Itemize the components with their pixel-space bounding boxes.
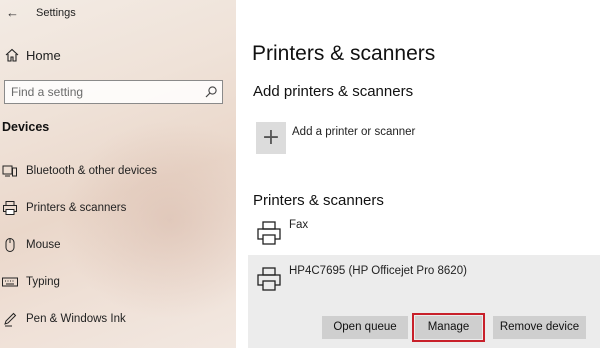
sidebar-item-label: Printers & scanners <box>26 202 127 214</box>
remove-device-button[interactable]: Remove device <box>493 316 586 339</box>
keyboard-icon <box>2 277 18 287</box>
sidebar-item-mouse[interactable]: Mouse <box>0 234 236 258</box>
home-icon <box>5 48 19 62</box>
sidebar: ← Settings Home Devices Bluetooth & othe… <box>0 0 236 348</box>
back-arrow-icon[interactable]: ← <box>6 6 20 20</box>
printer-icon <box>3 201 17 215</box>
sidebar-item-label: Home <box>26 48 61 63</box>
printer-icon <box>257 267 281 291</box>
search-box[interactable] <box>4 80 223 104</box>
app-title: Settings <box>36 7 76 19</box>
mouse-icon <box>5 238 15 252</box>
add-section-heading: Add printers & scanners <box>253 83 414 100</box>
manage-button[interactable]: Manage <box>412 313 485 342</box>
main-content: Printers & scanners Add printers & scann… <box>236 0 600 348</box>
add-printer-button[interactable]: + <box>256 122 286 154</box>
sidebar-item-typing[interactable]: Typing <box>0 271 236 295</box>
sidebar-item-label: Bluetooth & other devices <box>26 165 158 177</box>
printer-name: HP4C7695 (HP Officejet Pro 8620) <box>289 265 467 277</box>
add-printer-label[interactable]: Add a printer or scanner <box>292 126 415 138</box>
sidebar-item-pen[interactable]: Pen & Windows Ink <box>0 308 236 332</box>
sidebar-item-label: Mouse <box>26 239 61 251</box>
bluetooth-devices-icon <box>2 165 17 177</box>
page-title: Printers & scanners <box>252 42 436 65</box>
title-bar: ← Settings <box>0 0 236 26</box>
sidebar-item-label: Pen & Windows Ink <box>26 313 126 325</box>
search-input[interactable] <box>5 81 195 103</box>
printer-icon <box>257 221 281 245</box>
section-header: Devices <box>2 120 50 134</box>
sidebar-item-printers[interactable]: Printers & scanners <box>0 197 236 221</box>
pen-icon <box>4 312 17 327</box>
printer-item-fax[interactable]: Fax <box>236 214 600 252</box>
printers-section-heading: Printers & scanners <box>253 192 384 209</box>
sidebar-item-bluetooth[interactable]: Bluetooth & other devices <box>0 160 236 184</box>
search-icon[interactable] <box>204 85 218 99</box>
sidebar-item-label: Typing <box>26 276 60 288</box>
printer-name: Fax <box>289 219 309 231</box>
open-queue-button[interactable]: Open queue <box>322 316 408 339</box>
plus-icon: + <box>261 125 281 150</box>
printer-item-hp[interactable]: HP4C7695 (HP Officejet Pro 8620) <box>236 258 600 298</box>
sidebar-item-home[interactable]: Home <box>0 44 236 66</box>
